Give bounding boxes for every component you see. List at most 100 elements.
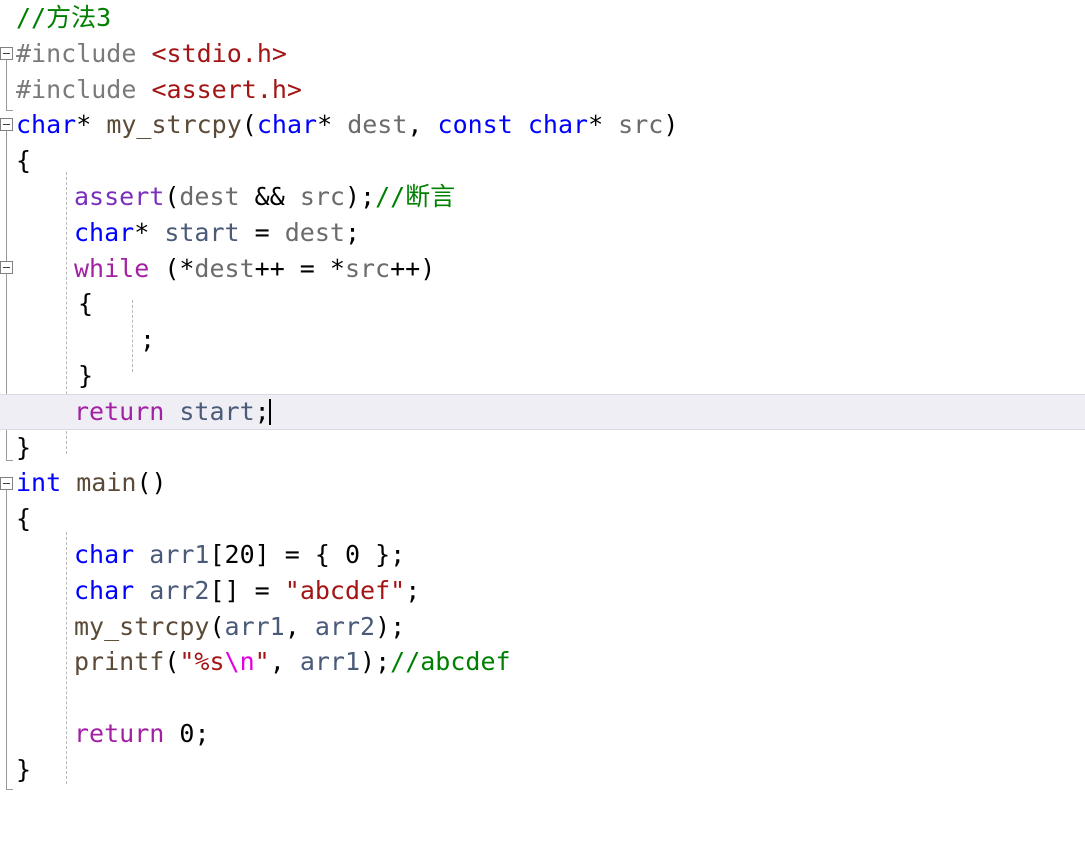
variable-arr2-decl: arr2 bbox=[149, 575, 210, 605]
operator-assign-7: = bbox=[239, 217, 285, 247]
pointer-star-1: * bbox=[76, 110, 107, 140]
comment-duanyan: //断言 bbox=[375, 181, 456, 211]
arg-arr2-18: arr2 bbox=[314, 611, 376, 641]
code-line-9[interactable]: { bbox=[0, 286, 1085, 322]
type-int-main: int bbox=[16, 468, 62, 498]
space-21 bbox=[164, 719, 179, 748]
code-line-22[interactable]: } bbox=[0, 752, 1085, 788]
empty-statement-semicolon: ; bbox=[140, 325, 156, 355]
code-line-5[interactable]: { bbox=[0, 143, 1085, 179]
brace-open-strcpy: { bbox=[16, 146, 32, 176]
variable-start-return: start bbox=[179, 396, 255, 426]
code-line-15[interactable]: { bbox=[0, 501, 1085, 537]
comment-method3: //方法3 bbox=[16, 3, 112, 32]
code-line-16[interactable]: char arr1[20] = { 0 }; bbox=[0, 537, 1085, 573]
function-name-main: main bbox=[76, 468, 137, 498]
format-string-start: "%s bbox=[179, 647, 225, 677]
function-name-my-strcpy: my_strcpy bbox=[106, 110, 242, 140]
code-line-8[interactable]: while (*dest++ = *src++) bbox=[0, 251, 1085, 287]
while-close-8: ++) bbox=[390, 253, 436, 283]
pointer-star-2: * bbox=[317, 110, 348, 140]
format-string-end: " bbox=[254, 647, 270, 677]
code-line-17[interactable]: char arr2[] = "abcdef"; bbox=[0, 573, 1085, 609]
text-caret bbox=[268, 398, 271, 425]
param-dest: dest bbox=[347, 110, 408, 140]
code-line-12-current[interactable]: return start; bbox=[0, 393, 1085, 430]
pointer-star-7: * bbox=[134, 217, 165, 247]
variable-arr1-decl: arr1 bbox=[149, 539, 210, 569]
arg-dest-6: dest bbox=[179, 181, 240, 211]
code-line-1[interactable]: //方法3 bbox=[0, 0, 1085, 36]
space-14 bbox=[61, 468, 76, 497]
code-line-7[interactable]: char* start = dest; bbox=[0, 215, 1085, 251]
code-line-14[interactable]: int main() bbox=[0, 465, 1085, 501]
while-mid-8: ++ = * bbox=[254, 253, 345, 283]
type-char-7: char bbox=[74, 217, 135, 247]
keyword-return-21: return bbox=[74, 718, 165, 748]
while-open-8: (* bbox=[149, 253, 195, 283]
semicolon-21: ; bbox=[194, 718, 210, 748]
arr1-initializer: [20] = { 0 }; bbox=[209, 539, 406, 569]
deref-dest-8: dest bbox=[194, 253, 255, 283]
header-assert: <assert.h> bbox=[151, 74, 302, 104]
code-line-6[interactable]: assert(dest && src);//断言 bbox=[0, 179, 1085, 215]
type-char-param1: char bbox=[256, 110, 318, 140]
operator-and-6: && bbox=[239, 181, 300, 211]
semicolon-17: ; bbox=[405, 575, 421, 605]
comma-19: , bbox=[269, 647, 300, 677]
code-line-10[interactable]: ; bbox=[0, 322, 1085, 358]
string-literal-abcdef: "abcdef" bbox=[284, 575, 406, 605]
paren-open-4: ( bbox=[241, 110, 257, 140]
arg-arr1-18: arr1 bbox=[224, 611, 285, 641]
paren-close-6: ); bbox=[344, 181, 376, 211]
type-char-return: char bbox=[16, 110, 77, 140]
space-17 bbox=[134, 576, 149, 605]
code-line-2[interactable]: #include <stdio.h> bbox=[0, 36, 1085, 72]
header-stdio: <stdio.h> bbox=[151, 38, 287, 68]
paren-open-6: ( bbox=[164, 181, 180, 211]
code-line-21[interactable]: return 0; bbox=[0, 716, 1085, 752]
deref-src-8: src bbox=[344, 253, 391, 283]
pointer-star-3: * bbox=[588, 110, 619, 140]
paren-close-19: ); bbox=[360, 647, 391, 677]
brace-close-strcpy: } bbox=[16, 432, 32, 462]
brace-close-while: } bbox=[78, 360, 94, 390]
code-line-11[interactable]: } bbox=[0, 358, 1085, 394]
paren-open-18: ( bbox=[209, 611, 225, 641]
semicolon-7: ; bbox=[344, 217, 361, 247]
comma-4: , bbox=[407, 110, 438, 140]
keyword-return-12: return bbox=[74, 396, 165, 426]
call-my-strcpy: my_strcpy bbox=[74, 611, 210, 641]
semicolon-12: ; bbox=[254, 396, 270, 426]
type-char-param2: char bbox=[527, 110, 589, 140]
space-16 bbox=[134, 540, 149, 569]
preprocessor-include-stdio: #include bbox=[16, 38, 152, 68]
value-dest-7: dest bbox=[284, 217, 345, 247]
call-printf: printf bbox=[74, 647, 165, 677]
code-line-3[interactable]: #include <assert.h> bbox=[0, 72, 1085, 108]
type-char-16: char bbox=[74, 539, 135, 569]
keyword-const: const bbox=[437, 110, 513, 140]
brace-open-while: { bbox=[78, 289, 94, 319]
param-src: src bbox=[618, 110, 664, 140]
code-line-18[interactable]: my_strcpy(arr1, arr2); bbox=[0, 609, 1085, 645]
type-char-17: char bbox=[74, 575, 135, 605]
arr2-brackets: [] = bbox=[209, 575, 285, 605]
space-4 bbox=[513, 110, 528, 139]
code-line-13[interactable]: } bbox=[0, 430, 1085, 466]
space-12 bbox=[164, 397, 179, 426]
code-editor-surface[interactable]: //方法3 #include <stdio.h> #include <asser… bbox=[0, 0, 1085, 867]
code-line-19[interactable]: printf("%s\n", arr1);//abcdef bbox=[0, 644, 1085, 680]
comma-18: , bbox=[284, 611, 315, 641]
code-lines[interactable]: //方法3 #include <stdio.h> #include <asser… bbox=[0, 0, 1085, 867]
comment-abcdef: //abcdef bbox=[390, 647, 511, 677]
brace-open-main: { bbox=[16, 504, 32, 534]
arg-src-6: src bbox=[299, 181, 345, 211]
macro-assert: assert bbox=[74, 181, 165, 211]
paren-close-18: ); bbox=[375, 611, 406, 641]
literal-zero: 0 bbox=[179, 718, 195, 748]
paren-close-4: ) bbox=[663, 110, 679, 140]
code-line-20-blank[interactable] bbox=[0, 680, 1085, 716]
paren-open-19: ( bbox=[164, 647, 180, 677]
code-line-4[interactable]: char* my_strcpy(char* dest, const char* … bbox=[0, 107, 1085, 143]
